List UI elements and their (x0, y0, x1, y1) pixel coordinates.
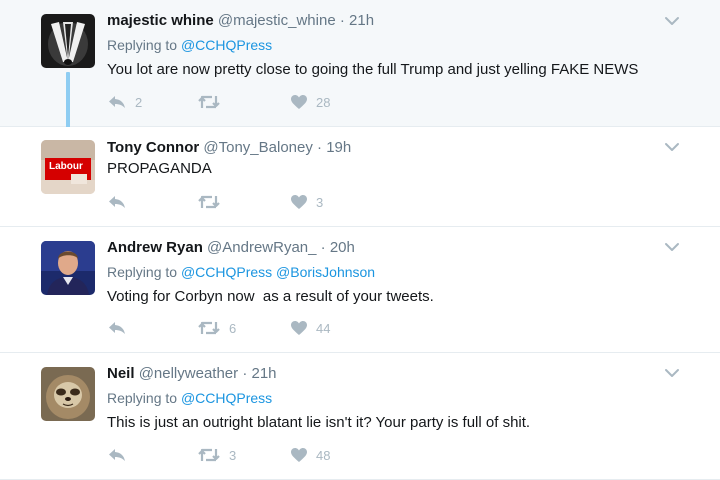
heart-icon (291, 321, 307, 335)
replying-to: Replying to @CCHQPress (107, 389, 690, 407)
tweet[interactable]: majestic whine @majestic_whine · 21h Rep… (0, 0, 720, 136)
tweet-text: PROPAGANDA (107, 160, 212, 177)
reply-button[interactable]: 2 (107, 94, 142, 110)
retweet-icon (198, 321, 220, 335)
user-handle[interactable]: @majestic_whine (218, 12, 336, 29)
display-name[interactable]: Andrew Ryan (107, 239, 203, 256)
tweet-text: You lot are now pretty close to going th… (107, 61, 639, 78)
tweet-feed: majestic whine @majestic_whine · 21h Rep… (0, 0, 720, 480)
replying-to: Replying to @CCHQPress (107, 36, 690, 54)
heart-icon (291, 195, 307, 209)
like-button[interactable]: 48 (290, 447, 330, 463)
timestamp[interactable]: · 21h (340, 12, 374, 29)
reply-button[interactable] (107, 194, 135, 210)
badger-avatar[interactable] (41, 14, 95, 68)
like-count: 3 (316, 194, 324, 210)
reply-icon (109, 96, 125, 108)
tweet-text: Voting for Corbyn now as a result of you… (107, 288, 434, 305)
man-portrait-avatar[interactable] (41, 241, 95, 295)
replying-label: Replying to (107, 390, 178, 406)
display-name[interactable]: Neil (107, 365, 135, 382)
retweet-icon (198, 95, 220, 109)
tweet[interactable]: Neil @nellyweather · 21h Replying to @CC… (0, 353, 720, 480)
heart-icon (291, 448, 307, 462)
chevron-down-icon[interactable] (664, 140, 680, 152)
retweet-button[interactable]: 3 (197, 447, 236, 463)
reply-icon (109, 449, 125, 461)
user-handle[interactable]: @nellyweather (139, 365, 238, 382)
tweet-text: This is just an outright blatant lie isn… (107, 414, 531, 431)
mention-link[interactable]: @CCHQPress (181, 264, 272, 280)
retweet-button[interactable] (197, 94, 229, 110)
retweet-button[interactable] (197, 194, 229, 210)
like-count: 48 (316, 447, 331, 463)
mention-link[interactable]: @BorisJohnson (276, 264, 375, 280)
retweet-count: 6 (229, 320, 237, 336)
display-name[interactable]: Tony Connor (107, 139, 199, 156)
like-button[interactable]: 3 (290, 194, 323, 210)
chevron-down-icon[interactable] (664, 240, 680, 252)
user-handle[interactable]: @AndrewRyan_ (207, 239, 316, 256)
timestamp[interactable]: · 21h (242, 365, 276, 382)
reply-icon (109, 322, 125, 334)
tweet[interactable]: Labour Tony Connor @Tony_Baloney · 19h P… (0, 127, 720, 227)
reply-button[interactable] (107, 447, 135, 463)
sign-text: Labour (49, 161, 83, 172)
like-count: 44 (316, 320, 331, 336)
like-button[interactable]: 28 (290, 94, 330, 110)
replying-label: Replying to (107, 37, 178, 53)
chevron-down-icon[interactable] (664, 14, 680, 26)
mention-link[interactable]: @CCHQPress (181, 37, 272, 53)
retweet-count: 3 (229, 447, 237, 463)
retweet-icon (198, 448, 220, 462)
reply-button[interactable] (107, 320, 135, 336)
sloth-avatar[interactable] (41, 367, 95, 421)
mention-link[interactable]: @CCHQPress (181, 390, 272, 406)
retweet-button[interactable]: 6 (197, 320, 236, 336)
heart-icon (291, 95, 307, 109)
timestamp[interactable]: · 19h (317, 139, 351, 156)
replying-label: Replying to (107, 264, 178, 280)
like-count: 28 (316, 94, 331, 110)
retweet-icon (198, 195, 220, 209)
display-name[interactable]: majestic whine (107, 12, 214, 29)
reply-count: 2 (135, 94, 143, 110)
replying-to: Replying to @CCHQPress @BorisJohnson (107, 263, 690, 281)
reply-icon (109, 196, 125, 208)
tweet[interactable]: Andrew Ryan @AndrewRyan_ · 20h Replying … (0, 227, 720, 353)
like-button[interactable]: 44 (290, 320, 330, 336)
timestamp[interactable]: · 20h (321, 239, 355, 256)
labour-sign-avatar[interactable]: Labour (41, 140, 95, 194)
user-handle[interactable]: @Tony_Baloney (203, 139, 312, 156)
chevron-down-icon[interactable] (664, 366, 680, 378)
